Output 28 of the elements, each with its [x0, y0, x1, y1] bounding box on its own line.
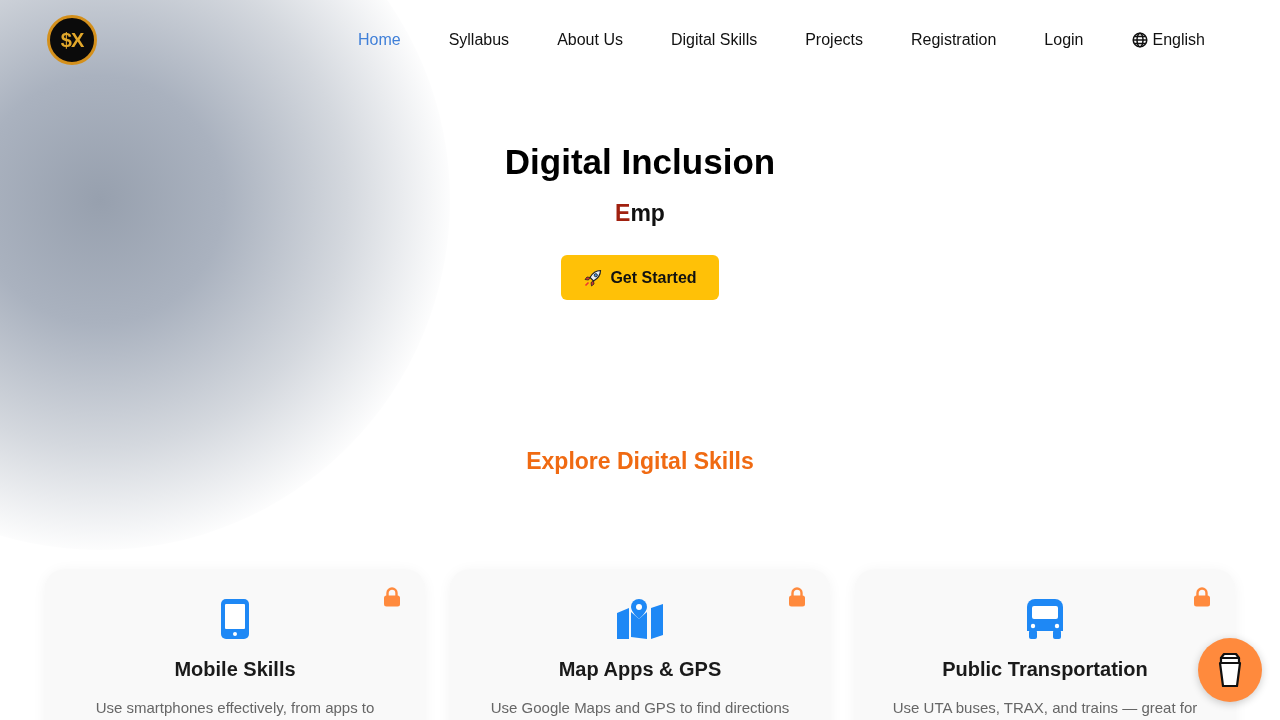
nav-link[interactable]: About Us	[557, 31, 623, 49]
card-title: Public Transportation	[942, 658, 1148, 681]
get-started-button[interactable]: Get Started	[561, 255, 719, 300]
skill-card[interactable]: Mobile Skills Use smartphones effectively, from apps to	[45, 569, 425, 720]
card-description: Use UTA buses, TRAX, and trains — great for	[892, 699, 1198, 717]
map-pin-icon	[617, 599, 663, 639]
globe-icon	[1131, 32, 1148, 48]
card-description: Use Google Maps and GPS to find directions	[490, 699, 790, 717]
nav-link[interactable]: Login	[1044, 31, 1084, 49]
card-description: Use smartphones effectively, from apps to	[95, 699, 375, 717]
section-title: Explore Digital Skills	[525, 448, 755, 475]
hero-title: Digital Inclusion	[504, 142, 776, 182]
nav-link[interactable]: Registration	[911, 31, 997, 49]
typing-text: Emp	[615, 200, 665, 227]
nav-link[interactable]: Syllabus	[448, 31, 510, 49]
skill-card[interactable]: Public Transportation Use UTA buses, TRAX, and trains — great for	[855, 569, 1235, 720]
coffee-cup-button[interactable]	[1198, 638, 1262, 702]
card-title: Map Apps & GPS	[558, 658, 722, 681]
nav-link[interactable]: Projects	[805, 31, 863, 49]
smartphone-icon	[221, 599, 249, 639]
coffee-cup-icon	[1217, 652, 1243, 688]
bus-icon	[1027, 599, 1063, 639]
language-link[interactable]: English	[1152, 31, 1205, 49]
nav-link[interactable]: Digital Skills	[670, 31, 758, 49]
nav-link[interactable]: Home	[357, 31, 401, 49]
rocket-icon	[583, 267, 604, 288]
card-title: Mobile Skills	[174, 658, 296, 681]
skill-card[interactable]: Map Apps & GPS Use Google Maps and GPS to find directions	[450, 569, 830, 720]
